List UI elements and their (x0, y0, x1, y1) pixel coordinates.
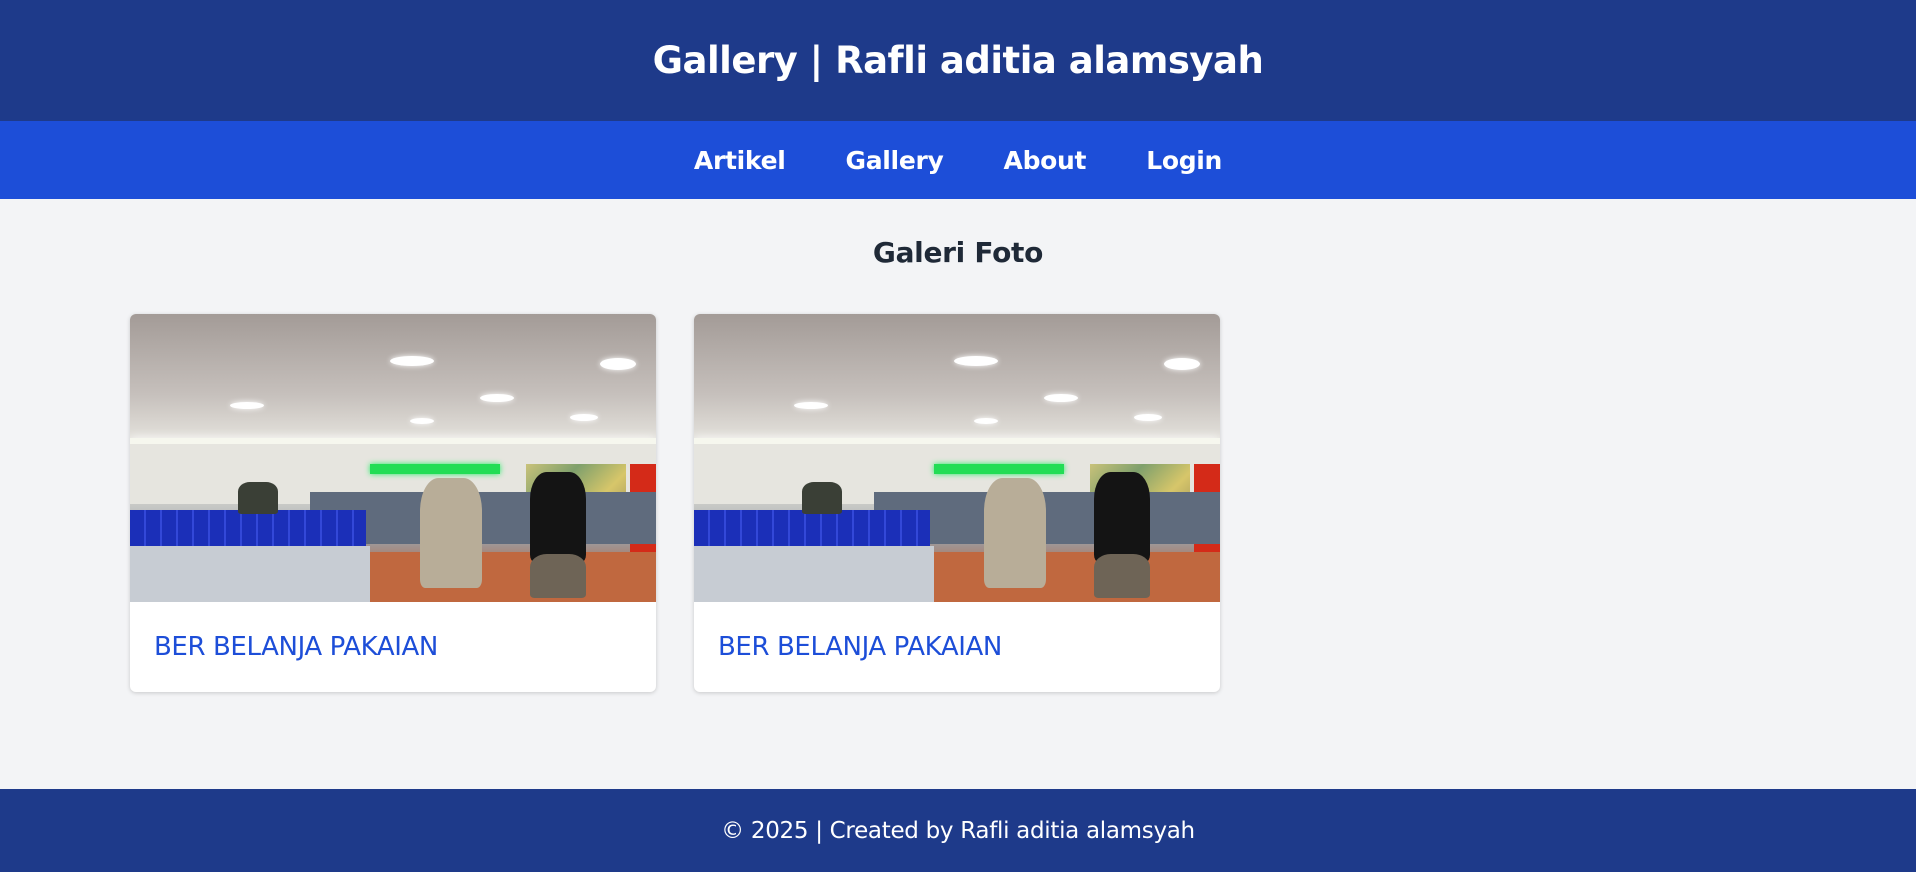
card-body: BER BELANJA PAKAIAN (130, 602, 656, 692)
card-caption-link[interactable]: BER BELANJA PAKAIAN (154, 632, 438, 662)
site-header: Gallery | Rafli aditia alamsyah (0, 0, 1916, 121)
footer-text: © 2025 | Created by Rafli aditia alamsya… (721, 817, 1195, 844)
nav-link-login[interactable]: Login (1146, 146, 1222, 175)
gallery-photo[interactable] (130, 314, 656, 602)
gallery-card[interactable]: BER BELANJA PAKAIAN (130, 314, 656, 692)
gallery-card[interactable]: BER BELANJA PAKAIAN (694, 314, 1220, 692)
nav-link-about[interactable]: About (1004, 146, 1087, 175)
card-body: BER BELANJA PAKAIAN (694, 602, 1220, 692)
gallery-photo[interactable] (694, 314, 1220, 602)
nav-link-artikel[interactable]: Artikel (694, 146, 786, 175)
site-footer: © 2025 | Created by Rafli aditia alamsya… (0, 789, 1916, 872)
page-title: Gallery | Rafli aditia alamsyah (652, 39, 1264, 82)
section-title: Galeri Foto (872, 236, 1044, 269)
card-caption-link[interactable]: BER BELANJA PAKAIAN (718, 632, 1002, 662)
main-nav: Artikel Gallery About Login (0, 121, 1916, 199)
nav-link-gallery[interactable]: Gallery (846, 146, 944, 175)
